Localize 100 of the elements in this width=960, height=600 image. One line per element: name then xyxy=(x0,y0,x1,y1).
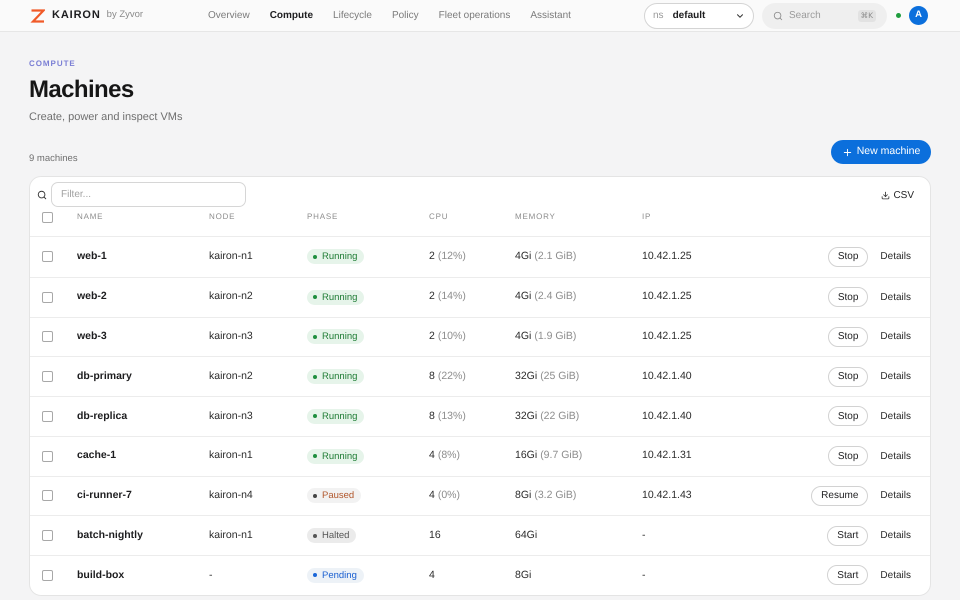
nav-link[interactable]: Fleet operations xyxy=(438,8,510,23)
power-action-button[interactable]: Resume xyxy=(811,486,868,506)
cpu-value: 4 xyxy=(429,448,435,464)
filter-field[interactable]: Filter... xyxy=(51,182,246,207)
cpu-value: 2 xyxy=(429,249,435,264)
search-icon xyxy=(773,10,783,20)
node-name: kairon-n1 xyxy=(209,249,253,264)
machine-name[interactable]: cache-1 xyxy=(77,448,116,464)
details-link[interactable]: Details xyxy=(880,329,911,344)
phase-label: Running xyxy=(322,410,358,424)
details-link[interactable]: Details xyxy=(880,408,911,424)
machine-name[interactable]: batch-nightly xyxy=(77,528,143,544)
cpu-value: 4 xyxy=(429,568,435,582)
machine-count: 9 machines xyxy=(29,153,78,165)
checkbox[interactable] xyxy=(42,251,53,262)
node-name: kairon-n1 xyxy=(209,528,253,543)
memory-usage: (3.2 GiB) xyxy=(534,488,576,503)
nav-link[interactable]: Overview xyxy=(208,8,250,23)
nav-link[interactable]: Lifecycle xyxy=(333,8,372,23)
power-action-button[interactable]: Stop xyxy=(828,246,868,267)
cpu-value: 8 xyxy=(429,408,435,424)
cpu-value: 16 xyxy=(429,528,441,543)
power-action-button[interactable]: Stop xyxy=(828,326,868,347)
memory-usage: (1.9 GiB) xyxy=(534,329,576,344)
node-name: kairon-n4 xyxy=(209,488,253,503)
phase-label: Running xyxy=(322,330,358,344)
memory-usage: (2.1 GiB) xyxy=(534,249,576,264)
logo-icon xyxy=(30,8,45,22)
csv-export-button[interactable]: CSV xyxy=(881,188,914,202)
section-label: COMPUTE xyxy=(29,58,77,70)
machine-name[interactable]: db-primary xyxy=(77,368,132,384)
cpu-usage: (0%) xyxy=(438,488,460,503)
machine-name[interactable]: ci-runner-7 xyxy=(77,488,132,504)
ip-address: 10.42.1.40 xyxy=(642,368,692,384)
memory-value: 16Gi xyxy=(515,448,538,464)
phase-label: Halted xyxy=(322,529,350,544)
machine-name[interactable]: web-2 xyxy=(77,289,107,305)
checkbox[interactable] xyxy=(42,371,53,382)
power-action-button[interactable]: Stop xyxy=(828,287,868,308)
ip-address: 10.42.1.43 xyxy=(642,488,692,503)
checkbox[interactable] xyxy=(42,331,53,342)
namespace-select[interactable]: ns default xyxy=(644,2,754,28)
column-header: MEMORY xyxy=(515,211,556,224)
phase-label: Running xyxy=(322,370,358,384)
checkbox[interactable] xyxy=(42,490,53,502)
power-action-button[interactable]: Stop xyxy=(828,366,868,387)
nav-link[interactable]: Policy xyxy=(392,8,419,23)
namespace-prefix: ns xyxy=(653,9,664,23)
nav-link[interactable]: Compute xyxy=(270,8,314,23)
new-machine-button[interactable]: New machine xyxy=(831,140,931,164)
power-action-button[interactable]: Start xyxy=(827,526,868,546)
memory-usage: (22 GiB) xyxy=(540,408,580,424)
cpu-usage: (8%) xyxy=(438,448,460,464)
ip-address: - xyxy=(642,528,646,543)
machine-name[interactable]: web-1 xyxy=(77,249,107,265)
memory-usage: (2.4 GiB) xyxy=(534,289,576,304)
cpu-value: 8 xyxy=(429,368,435,384)
node-name: kairon-n3 xyxy=(209,408,253,424)
download-icon xyxy=(881,190,890,200)
node-name: kairon-n3 xyxy=(209,329,253,344)
phase-label: Running xyxy=(322,290,358,305)
ip-address: 10.42.1.31 xyxy=(642,448,692,464)
memory-value: 64Gi xyxy=(515,528,538,543)
checkbox[interactable] xyxy=(42,530,53,542)
power-action-button[interactable]: Stop xyxy=(828,406,868,426)
ip-address: 10.42.1.40 xyxy=(642,408,692,424)
memory-value: 8Gi xyxy=(515,568,532,582)
phase-label: Running xyxy=(322,250,358,264)
checkbox[interactable] xyxy=(42,410,53,422)
search-icon xyxy=(37,190,47,200)
ip-address: 10.42.1.25 xyxy=(642,249,692,264)
plus-icon xyxy=(842,146,853,158)
ip-address: - xyxy=(642,568,646,582)
power-action-button[interactable]: Start xyxy=(827,565,868,586)
checkbox[interactable] xyxy=(42,570,53,581)
node-name: - xyxy=(209,568,212,582)
cpu-value: 2 xyxy=(429,289,435,304)
nav-link[interactable]: Assistant xyxy=(530,8,571,23)
machine-name[interactable]: web-3 xyxy=(77,329,107,345)
node-name: kairon-n2 xyxy=(209,368,253,384)
user-avatar[interactable]: A xyxy=(909,6,928,25)
details-link[interactable]: Details xyxy=(880,369,911,384)
details-link[interactable]: Details xyxy=(880,290,911,305)
details-link[interactable]: Details xyxy=(880,249,911,264)
details-link[interactable]: Details xyxy=(880,568,911,583)
checkbox[interactable] xyxy=(42,450,53,462)
details-link[interactable]: Details xyxy=(880,488,911,504)
cpu-usage: (10%) xyxy=(438,329,466,344)
checkbox[interactable] xyxy=(42,292,53,303)
details-link[interactable]: Details xyxy=(880,448,911,464)
search-placeholder: Search xyxy=(789,9,821,23)
column-header: CPU xyxy=(429,211,448,224)
phase-label: Paused xyxy=(322,489,354,504)
machine-name[interactable]: db-replica xyxy=(77,408,128,424)
brand-name: KAIRON xyxy=(52,8,101,24)
machine-name[interactable]: build-box xyxy=(77,568,124,584)
details-link[interactable]: Details xyxy=(880,528,911,544)
checkbox[interactable] xyxy=(42,212,53,223)
cpu-usage: (13%) xyxy=(438,408,466,424)
power-action-button[interactable]: Stop xyxy=(828,446,868,466)
